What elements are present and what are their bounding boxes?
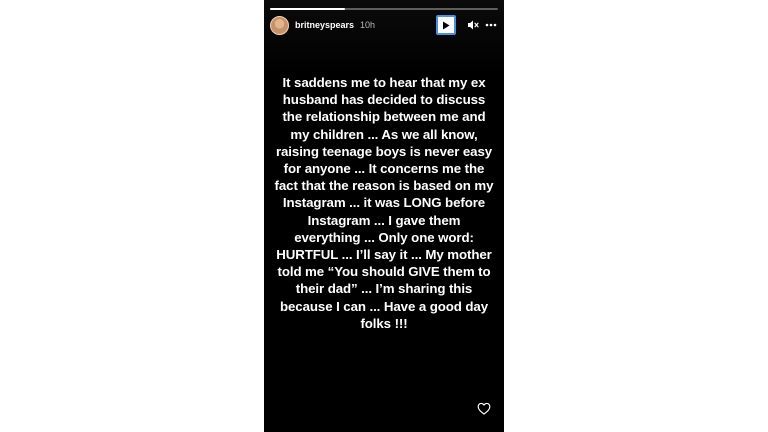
story-viewer[interactable]: britneyspears 10h It saddens me to hear … (264, 0, 504, 432)
like-button[interactable] (476, 400, 492, 416)
username[interactable]: britneyspears (295, 20, 354, 30)
more-options-button[interactable] (484, 18, 498, 32)
story-progress-bar (270, 8, 498, 10)
heart-icon (477, 402, 491, 415)
avatar[interactable] (270, 15, 289, 35)
page: britneyspears 10h It saddens me to hear … (0, 0, 768, 432)
story-progress-fill (270, 8, 346, 10)
play-button[interactable] (436, 15, 456, 35)
post-time: 10h (360, 20, 376, 30)
mute-icon (468, 20, 479, 30)
more-options-icon (485, 23, 497, 27)
mute-button[interactable] (466, 18, 480, 32)
story-text: It saddens me to hear that my ex husband… (274, 75, 494, 331)
play-icon (443, 21, 450, 29)
story-header: britneyspears 10h (270, 14, 498, 36)
